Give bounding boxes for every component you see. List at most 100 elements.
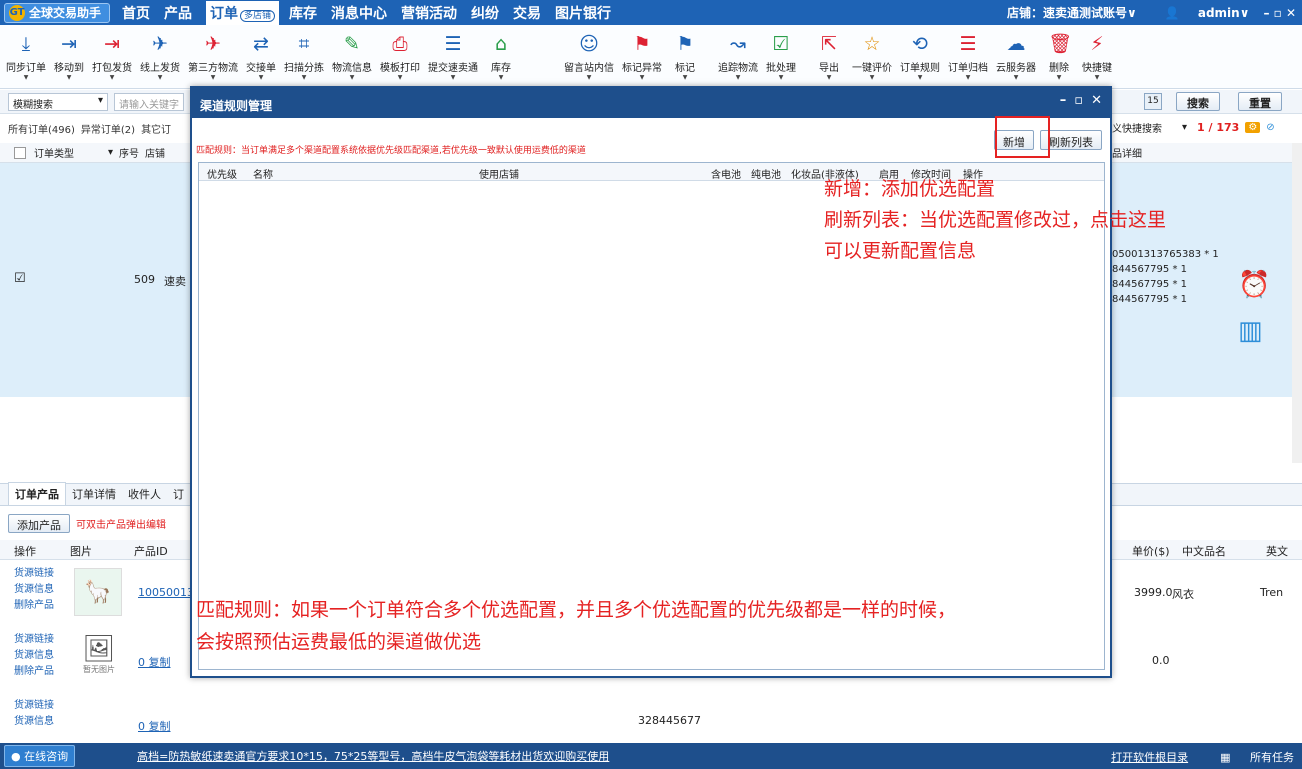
copy-link[interactable]: 0 复制 [138,654,171,670]
toolbar-button-21[interactable]: 🗑 删除 ▼ [1044,25,1074,89]
menu-image-bank[interactable]: 图片银行 [555,3,611,23]
toolbar-button-3[interactable]: ✈ 线上发货 ▼ [140,25,180,89]
search-input[interactable]: 请输入关键字 [114,92,184,111]
menu-disputes[interactable]: 纠纷 [471,3,499,23]
online-label: 在线咨询 [24,750,69,763]
delete-product[interactable]: 删除产品 [14,664,54,680]
toolbar-button-0[interactable]: ⤓ 同步订单 ▼ [6,25,46,89]
select-all-checkbox[interactable] [14,146,26,159]
toolbar-button-14[interactable]: ↝ 追踪物流 ▼ [718,25,758,89]
close-icon[interactable]: ✕ [1091,93,1102,108]
tab-order-detail[interactable]: 订单详情 [66,483,122,505]
menu-messages[interactable]: 消息中心 [331,3,387,23]
calendar-icon[interactable]: 15 [1144,93,1162,110]
search-button[interactable]: 搜索 [1176,92,1220,111]
maximize-icon[interactable]: ▫ [1074,93,1083,108]
menu-stock[interactable]: 库存 [289,3,317,23]
online-consult-button[interactable]: ● 在线咨询 [4,745,76,767]
source-info[interactable]: 货源信息 [14,582,54,598]
copy-link[interactable]: 0 复制 [138,718,171,734]
all-tasks-button[interactable]: ▦ 所有任务 [1204,749,1294,765]
source-link[interactable]: 货源链接 [14,566,54,582]
toolbar-button-10[interactable]: ⌂ 库存 ▼ [486,25,516,89]
toolbar-label: 线上发货 [140,63,180,74]
toolbar-label: 标记 [675,63,695,74]
menu-home[interactable]: 首页 [122,3,150,23]
toolbar-button-20[interactable]: ☁ 云服务器 ▼ [996,25,1036,89]
toolbar-button-4[interactable]: ✈ 第三方物流 ▼ [188,25,238,89]
product-en-name: Tren [1260,586,1284,599]
source-info[interactable]: 货源信息 [14,648,54,664]
settings-icon[interactable]: ⚙ [1245,122,1261,133]
tab-other-orders[interactable]: 其它订 [141,121,171,136]
reset-button[interactable]: 重置 [1238,92,1282,111]
no-image-label: 暂无图片 [83,665,115,674]
dropdown-arrow-icon: ▼ [349,74,355,81]
window-controls[interactable]: – ▫ ✕ [1263,6,1296,20]
toolbar-button-19[interactable]: ☰ 订单归档 ▼ [948,25,988,89]
add-product-button[interactable]: 添加产品 [8,514,70,533]
col-en-name: 英文 [1266,545,1288,558]
menu-marketing[interactable]: 营销活动 [401,3,457,23]
hide-icon[interactable]: ⊘ [1266,122,1274,133]
toolbar-button-2[interactable]: ⇥ 打包发货 ▼ [92,25,132,89]
toolbar-button-11[interactable]: ☺ 留言站内信 ▼ [564,25,614,89]
tab-all-orders[interactable]: 所有订单(496) [8,121,75,136]
toolbar-button-12[interactable]: ⚑ 标记异常 ▼ [622,25,662,89]
toolbar-label: 移动到 [54,63,84,74]
dropdown-arrow-icon: ▼ [1056,74,1062,81]
toolbar-button-9[interactable]: ☰ 提交速卖通 ▼ [428,25,478,89]
user-menu[interactable]: 👤 admin∨ [1151,6,1250,20]
toolbar-button-13[interactable]: ⚑ 标记 ▼ [670,25,700,89]
source-link[interactable]: 货源链接 [14,698,54,714]
toolbar-button-8[interactable]: ⎙ 模板打印 ▼ [380,25,420,89]
multi-store-badge: 多店铺 [240,9,276,22]
toolbar-button-15[interactable]: ☑ 批处理 ▼ [766,25,796,89]
toolbar-button-16[interactable]: ⇱ 导出 ▼ [814,25,844,89]
quick-search-select[interactable]: 义快捷搜索 [1112,120,1162,135]
row-detail: 05001313765383 * 1 844567795 * 1 8445677… [1112,247,1219,307]
alarm-clock-icon[interactable]: ⏰ [1238,270,1270,300]
app-logo[interactable]: GT 全球交易助手 [4,2,111,23]
toolbar-button-22[interactable]: ⚡ 快捷键 ▼ [1082,25,1112,89]
top-right: 店铺：速卖通测试账号∨ 👤 admin∨ – ▫ ✕ [993,0,1296,25]
dropdown-arrow-icon[interactable]: ▾ [1182,122,1187,133]
tasks-icon: ▦ [1220,751,1234,764]
quick-search-bar: 义快捷搜索 ▾ 1 / 173 ⚙ ⊘ [1112,120,1275,135]
toolbar-button-7[interactable]: ✎ 物流信息 ▼ [332,25,372,89]
product-id-link[interactable]: 10050013 [138,586,194,599]
menu-product[interactable]: 产品 [164,3,192,23]
dropdown-arrow-icon: ▼ [586,74,592,81]
tab-recipient[interactable]: 收件人 [122,483,167,505]
dropdown-arrow-icon: ▼ [498,74,504,81]
store-selector[interactable]: 店铺：速卖通测试账号∨ [1007,4,1137,21]
search-mode-select[interactable]: 模糊搜索 [8,92,108,111]
toolbar-button-17[interactable]: ☆ 一键评价 ▼ [852,25,892,89]
sort-arrow-icon[interactable]: ▾ [108,147,113,158]
open-dir-link[interactable]: 打开软件根目录 [1111,749,1188,765]
toolbar-label: 留言站内信 [564,63,614,74]
delete-product[interactable]: 删除产品 [14,598,54,614]
source-info[interactable]: 货源信息 [14,714,54,730]
toolbar-button-6[interactable]: ⌗ 扫描分拣 ▼ [284,25,324,89]
menu-trade[interactable]: 交易 [513,3,541,23]
announcement-marquee[interactable]: 高档=防热敏纸速卖通官方要求10*15，75*25等型号，高档牛皮气泡袋等耗材出… [137,748,609,764]
tab-order-products[interactable]: 订单产品 [8,482,66,505]
toolbar-button-18[interactable]: ⟲ 订单规则 ▼ [900,25,940,89]
col-priority: 优先级 [207,170,237,181]
dropdown-arrow-icon: ▼ [397,74,403,81]
toolbar-button-5[interactable]: ⇄ 交接单 ▼ [246,25,276,89]
dropdown-arrow-icon: ▼ [869,74,875,81]
tab-more[interactable]: 订 [167,483,190,505]
toolbar-button-1[interactable]: ⇥ 移动到 ▼ [54,25,84,89]
product-image[interactable]: 🦙 [74,568,122,616]
source-link[interactable]: 货源链接 [14,632,54,648]
menu-order[interactable]: 订单 多店铺 [206,0,280,25]
row-checkbox[interactable]: ☑ [14,271,26,286]
bar-chart-icon[interactable]: ▥ [1238,316,1270,346]
dialog-titlebar[interactable]: 渠道规则管理 – ▫ ✕ [192,88,1110,118]
toolbar-label: 打包发货 [92,63,132,74]
minimize-icon[interactable]: – [1060,93,1067,108]
vertical-scrollbar[interactable] [1292,143,1302,463]
tab-abnormal-orders[interactable]: 异常订单(2) [81,121,135,136]
